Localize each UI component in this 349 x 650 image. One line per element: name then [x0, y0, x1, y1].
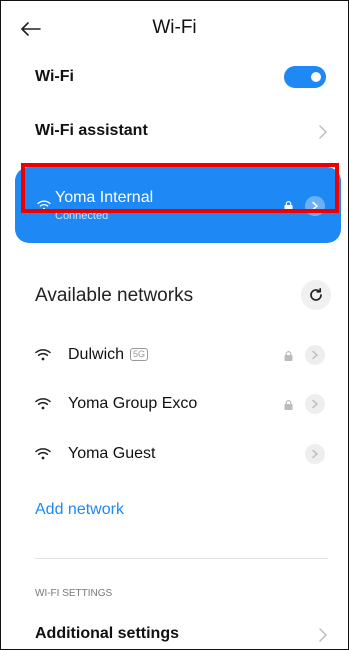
wifi-signal-icon — [35, 349, 51, 361]
page-title: Wi-Fi — [152, 17, 197, 38]
chevron-right-icon — [319, 125, 327, 139]
lock-icon — [284, 400, 293, 410]
network-row[interactable]: Yoma Group Exco — [1, 386, 348, 422]
available-networks-title: Available networks — [35, 285, 194, 306]
divider — [35, 558, 328, 559]
network-name-label: Dulwich 5G — [68, 346, 149, 364]
wifi-toggle-switch[interactable] — [284, 66, 326, 88]
toggle-knob — [311, 72, 321, 82]
refresh-button[interactable] — [301, 280, 331, 310]
header: Wi-Fi — [1, 11, 348, 47]
wifi-settings-heading: WI-FI SETTINGS — [35, 588, 113, 599]
chevron-right-icon — [319, 628, 327, 642]
wifi-signal-icon — [35, 448, 51, 460]
lock-icon — [284, 351, 293, 361]
chevron-right-icon — [312, 350, 319, 360]
chevron-right-icon — [312, 449, 319, 459]
network-row[interactable]: Yoma Guest — [1, 436, 348, 472]
additional-settings-row[interactable]: Additional settings — [1, 616, 348, 649]
chevron-right-icon — [312, 399, 319, 409]
wifi-assistant-label: Wi-Fi assistant — [35, 122, 148, 139]
network-name: Yoma Group Exco — [68, 395, 198, 412]
network-name: Dulwich — [68, 346, 125, 363]
add-network-link[interactable]: Add network — [35, 501, 124, 519]
network-row[interactable]: Dulwich 5G — [1, 337, 348, 373]
wifi-settings-screen: Wi-Fi Wi-Fi Wi-Fi assistant Yoma Interna… — [0, 0, 349, 650]
band-badge: 5G — [130, 348, 149, 361]
network-name: Yoma Guest — [68, 445, 156, 462]
refresh-icon — [310, 287, 322, 301]
highlight-box — [21, 163, 339, 213]
wifi-assistant-row[interactable]: Wi-Fi assistant — [1, 111, 348, 151]
network-details-button[interactable] — [305, 444, 325, 464]
wifi-signal-icon — [35, 398, 51, 410]
wifi-label: Wi-Fi — [35, 68, 74, 85]
network-details-button[interactable] — [305, 345, 325, 365]
additional-settings-label: Additional settings — [35, 625, 179, 642]
network-details-button[interactable] — [305, 394, 325, 414]
wifi-toggle-row[interactable]: Wi-Fi — [1, 56, 348, 96]
